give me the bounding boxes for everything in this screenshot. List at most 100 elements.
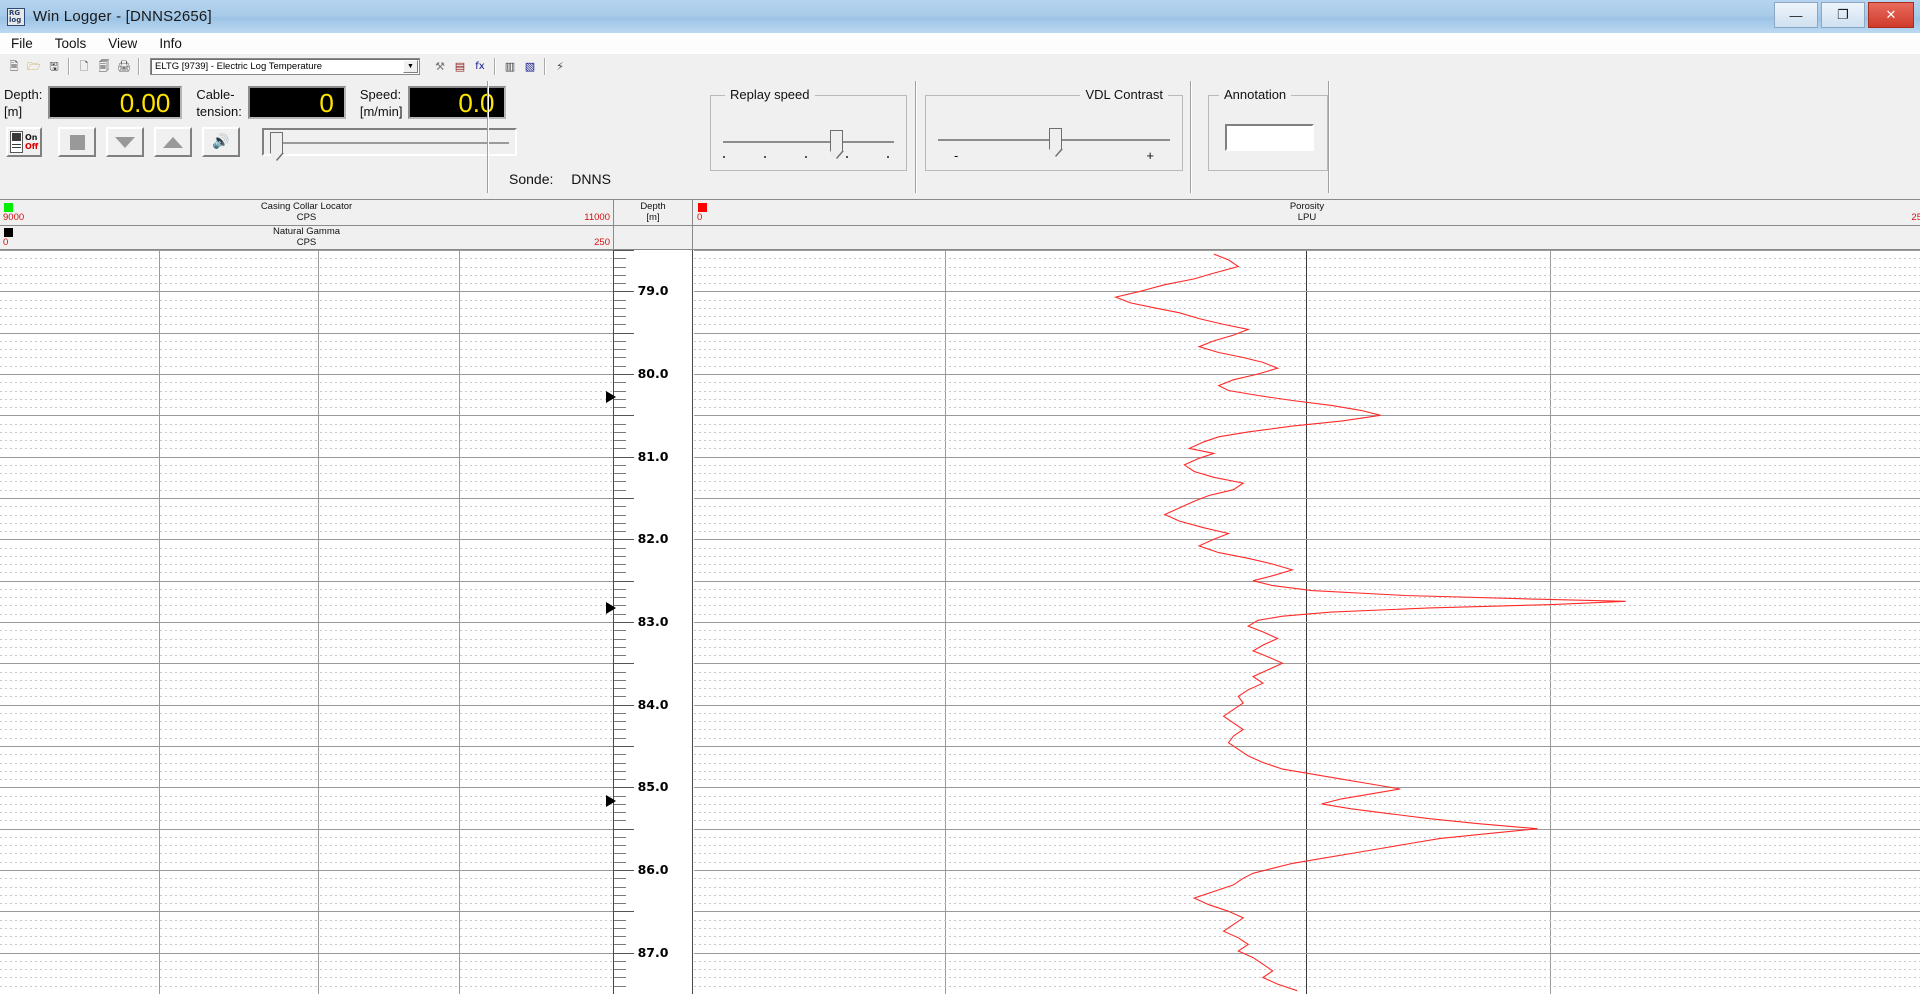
depth-label-group: Depth: [m]	[4, 83, 42, 120]
panel-divider-1	[487, 81, 489, 193]
slider-thumb[interactable]	[830, 130, 843, 152]
app-logo-icon: RGlog	[7, 8, 25, 26]
tension-label-group: Cable- tension:	[196, 83, 242, 120]
winch-up-button[interactable]	[154, 127, 192, 157]
toolbar-separator-4	[544, 58, 546, 75]
up-arrow-icon	[163, 137, 183, 148]
sonde-select-value: ELTG [9739] - Electric Log Temperature	[155, 61, 322, 72]
depth-label: Depth:	[4, 86, 42, 103]
toolbar-separator	[68, 58, 70, 75]
winch-stop-button[interactable]	[58, 127, 96, 157]
stop-square-icon	[70, 135, 85, 150]
speed-value: 0.0	[458, 90, 494, 116]
lightning-icon[interactable]: ⚡	[551, 58, 569, 76]
log-plot-area[interactable]: 79.080.081.082.083.084.085.086.087.0	[0, 249, 1920, 994]
function-fx-icon[interactable]: fx	[471, 58, 489, 76]
depth-event-marker	[606, 795, 616, 807]
winch-horn-button[interactable]: 🔊	[202, 127, 240, 157]
depth-label: 86.0	[614, 862, 692, 877]
tension-value: 0	[319, 90, 333, 116]
open-folder-icon[interactable]: 🗁	[25, 58, 43, 76]
print-icon[interactable]: 🖨	[115, 58, 133, 76]
menu-item-file[interactable]: File	[0, 36, 44, 51]
vdl-contrast-slider[interactable]	[934, 128, 1174, 152]
depth-label: 84.0	[614, 697, 692, 712]
restore-button[interactable]: ❐	[1821, 2, 1865, 28]
vdl-minus-label: -	[954, 148, 958, 163]
window-title: Win Logger - [DNNS2656]	[33, 8, 212, 25]
depth-event-marker	[606, 391, 616, 403]
track2-curve1-min: 0	[697, 212, 702, 223]
replay-speed-caption: Replay speed	[725, 87, 815, 102]
chevron-down-icon[interactable]: ▼	[403, 60, 418, 73]
track1-curve1-unit: CPS	[0, 212, 613, 223]
calibration-icon[interactable]: ▤	[451, 58, 469, 76]
power-off-label: Off	[25, 142, 38, 151]
depth-label: 81.0	[614, 449, 692, 464]
export-document-icon[interactable]: 🗋	[75, 58, 93, 76]
save-disk-icon[interactable]: 🖫	[45, 58, 63, 76]
chart-view-icon[interactable]: ▧	[521, 58, 539, 76]
sonde-select[interactable]: ELTG [9739] - Electric Log Temperature ▼	[150, 58, 420, 75]
tool-config-icon[interactable]: ⚒	[431, 58, 449, 76]
toolbar-separator-2	[138, 58, 140, 75]
minimize-button[interactable]: —	[1774, 2, 1818, 28]
vdl-contrast-group: VDL Contrast - +	[925, 95, 1183, 171]
speed-label: Speed:	[360, 86, 403, 103]
menu-item-view[interactable]: View	[97, 36, 148, 51]
track2-curve1-max: 25	[1911, 212, 1920, 223]
log-track-header: Casing Collar Locator CPS 9000 11000 Dep…	[0, 199, 1920, 250]
sonde-label: Sonde:	[509, 171, 553, 187]
winch-speed-slider[interactable]	[262, 128, 517, 156]
slider-rail	[274, 142, 509, 144]
toggle-switch-glyph	[10, 131, 23, 153]
annotation-input[interactable]	[1225, 124, 1314, 151]
track2-curve1-header[interactable]: Porosity LPU 0 25	[694, 200, 1920, 224]
track2-curve1-name: Porosity	[694, 201, 1920, 212]
depth-label: 85.0	[614, 779, 692, 794]
replay-speed-slider[interactable]	[719, 130, 898, 154]
track1-curve1-header[interactable]: Casing Collar Locator CPS 9000 11000	[0, 200, 613, 224]
depth-col-unit: [m]	[614, 212, 692, 223]
track1-curve2-max: 250	[594, 237, 610, 248]
log-curves-svg	[0, 250, 1920, 994]
power-toggle-icon[interactable]: On Off	[6, 127, 42, 157]
depth-col-label: Depth	[614, 201, 692, 212]
power-on-label: On	[25, 133, 38, 142]
window-controls: — ❐ ✕	[1774, 0, 1920, 33]
depth-value: 0.00	[120, 90, 171, 116]
win-logger-window: RGlog Win Logger - [DNNS2656] — ❐ ✕ File…	[0, 0, 1920, 993]
track1-curve2-header[interactable]: Natural Gamma CPS 0 250	[0, 226, 613, 250]
track1-curve1-min: 9000	[3, 212, 24, 223]
winch-down-button[interactable]	[106, 127, 144, 157]
sonde-info: Sonde: DNNS	[509, 171, 611, 187]
close-button[interactable]: ✕	[1868, 2, 1914, 28]
horizontal-gridlines	[0, 251, 1920, 994]
tension-display: 0	[248, 86, 346, 119]
depth-display: 0.00	[48, 86, 182, 119]
vdl-contrast-caption: VDL Contrast	[1080, 87, 1168, 102]
new-document-icon[interactable]: 🗎	[5, 58, 23, 76]
speed-label-group: Speed: [m/min]	[360, 83, 403, 120]
winch-button-row: On Off 🔊	[6, 127, 517, 157]
panel-divider-2	[915, 81, 917, 193]
track1-curve1-name: Casing Collar Locator	[0, 201, 613, 212]
depth-label: 79.0	[614, 283, 692, 298]
slider-thumb[interactable]	[270, 132, 283, 154]
readouts: Depth: [m] 0.00 Cable- tension: 0 Speed:…	[4, 83, 506, 120]
depth-scale-column: 79.080.081.082.083.084.085.086.087.0	[613, 250, 693, 994]
slider-rail	[723, 141, 894, 143]
menu-item-tools[interactable]: Tools	[44, 36, 98, 51]
menu-item-info[interactable]: Info	[148, 36, 193, 51]
down-arrow-icon	[115, 137, 135, 148]
track1-curve1-max: 11000	[584, 212, 610, 223]
import-document-icon[interactable]: 🗐	[95, 58, 113, 76]
speed-unit: [m/min]	[360, 103, 403, 120]
track1-curve2-unit: CPS	[0, 237, 613, 248]
replay-speed-ticks	[719, 156, 898, 164]
title-bar: RGlog Win Logger - [DNNS2656] — ❐ ✕	[0, 0, 1920, 34]
depth-event-marker	[606, 602, 616, 614]
slider-thumb[interactable]	[1049, 128, 1062, 150]
table-view-icon[interactable]: ▥	[501, 58, 519, 76]
annotation-caption: Annotation	[1219, 87, 1291, 102]
